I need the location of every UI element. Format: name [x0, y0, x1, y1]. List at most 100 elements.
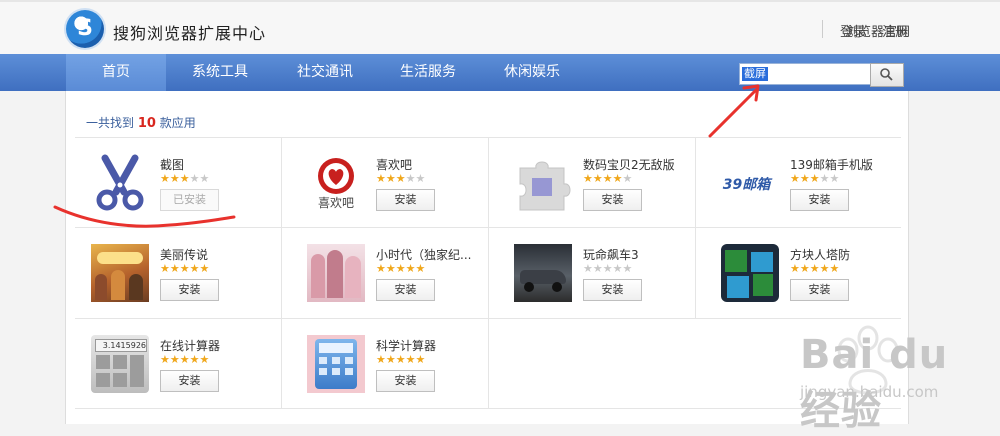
app-card[interactable]: 小时代（独家纪... ★★★★★ 安装 — [282, 228, 489, 318]
star-icon: ★ — [405, 262, 416, 275]
nav-item-home[interactable]: 首页 — [66, 54, 166, 91]
star-icon: ★ — [592, 262, 603, 275]
app-card[interactable]: 3.1415926 在线计算器 ★★★★★ 安装 — [66, 319, 273, 409]
calculator-icon: 3.1415926 — [91, 335, 149, 393]
search-button[interactable] — [870, 63, 904, 87]
login-link[interactable]: 登录 — [840, 25, 866, 40]
drama-poster-icon — [91, 244, 149, 302]
app-name[interactable]: 小时代（独家纪... — [376, 246, 471, 263]
star-icon: ★ — [405, 353, 416, 366]
star-icon: ★ — [199, 172, 210, 185]
app-card[interactable]: 玩命飙车3 ★★★★★ 安装 — [489, 228, 696, 318]
heart-icon: 喜欢吧 — [307, 154, 365, 212]
puzzle-icon — [514, 154, 572, 212]
star-icon: ★ — [179, 172, 190, 185]
install-button[interactable]: 安装 — [790, 279, 849, 301]
install-button[interactable]: 安装 — [583, 279, 642, 301]
sogou-logo-icon[interactable]: S — [66, 10, 104, 48]
rating-stars: ★★★★★ — [790, 262, 839, 275]
star-icon: ★ — [799, 262, 810, 275]
star-icon: ★ — [385, 262, 396, 275]
star-icon: ★ — [415, 172, 426, 185]
block-people-icon — [721, 244, 779, 302]
star-icon: ★ — [583, 262, 593, 275]
install-button[interactable]: 安装 — [790, 189, 849, 211]
main-nav: 首页 系统工具 社交通讯 生活服务 休闲娱乐 截屏 — [0, 54, 1000, 91]
app-name[interactable]: 方块人塔防 — [790, 246, 850, 263]
star-icon: ★ — [385, 172, 396, 185]
app-card[interactable]: 139邮箱 139邮箱手机版 ★★★★★ 安装 — [696, 138, 903, 228]
star-icon: ★ — [622, 262, 633, 275]
rating-stars: ★★★★★ — [583, 262, 632, 275]
install-button[interactable]: 安装 — [160, 279, 219, 301]
star-icon: ★ — [169, 353, 180, 366]
star-icon: ★ — [602, 172, 613, 185]
red-arrow-annotation — [708, 84, 760, 138]
star-icon: ★ — [829, 172, 840, 185]
app-name[interactable]: 喜欢吧 — [376, 156, 412, 173]
star-icon: ★ — [169, 172, 180, 185]
star-icon: ★ — [622, 172, 633, 185]
star-icon: ★ — [819, 262, 830, 275]
nav-item-leisure[interactable]: 休闲娱乐 — [487, 54, 577, 91]
header-divider — [822, 20, 823, 38]
register-link[interactable]: 注册 — [882, 25, 908, 40]
app-name[interactable]: 美丽传说 — [160, 246, 208, 263]
install-button[interactable]: 安装 — [376, 279, 435, 301]
rating-stars: ★★★★★ — [160, 262, 209, 275]
star-icon: ★ — [376, 353, 386, 366]
star-icon: ★ — [799, 172, 810, 185]
app-name[interactable]: 数码宝贝2无敌版 — [583, 156, 675, 173]
calculator-display: 3.1415926 — [95, 339, 147, 352]
install-button[interactable]: 安装 — [583, 189, 642, 211]
rating-stars: ★★★★★ — [160, 172, 209, 185]
install-button[interactable]: 安装 — [376, 370, 435, 392]
star-icon: ★ — [612, 262, 623, 275]
nav-item-life-services[interactable]: 生活服务 — [383, 54, 473, 91]
install-button[interactable]: 安装 — [160, 370, 219, 392]
app-name[interactable]: 139邮箱手机版 — [790, 156, 873, 173]
search-input[interactable]: 截屏 — [742, 67, 768, 81]
star-icon: ★ — [199, 353, 210, 366]
star-icon: ★ — [179, 262, 190, 275]
results-summary: 一共找到 10 款应用 — [86, 114, 196, 131]
star-icon: ★ — [405, 172, 416, 185]
star-icon: ★ — [169, 262, 180, 275]
sci-calculator-icon — [307, 335, 365, 393]
results-prefix: 一共找到 — [86, 116, 135, 130]
nav-item-system-tools[interactable]: 系统工具 — [175, 54, 265, 91]
baidu-watermark-url: jingyan.baidu.com — [800, 383, 939, 401]
rating-stars: ★★★★★ — [790, 172, 839, 185]
star-icon: ★ — [160, 353, 170, 366]
app-name[interactable]: 截图 — [160, 156, 184, 173]
heart-icon-label: 喜欢吧 — [317, 196, 354, 210]
star-icon: ★ — [189, 353, 200, 366]
app-name[interactable]: 玩命飙车3 — [583, 246, 639, 263]
star-icon: ★ — [415, 262, 426, 275]
star-icon: ★ — [160, 172, 170, 185]
star-icon: ★ — [612, 172, 623, 185]
star-icon: ★ — [385, 353, 396, 366]
app-card[interactable]: 科学计算器 ★★★★★ 安装 — [282, 319, 489, 409]
site-title: 搜狗浏览器扩展中心 — [113, 24, 267, 43]
star-icon: ★ — [592, 172, 603, 185]
star-icon: ★ — [829, 262, 840, 275]
install-button[interactable]: 安装 — [376, 189, 435, 211]
app-card[interactable]: 喜欢吧 喜欢吧 ★★★★★ 安装 — [282, 138, 489, 228]
app-name[interactable]: 在线计算器 — [160, 337, 220, 354]
star-icon: ★ — [790, 172, 800, 185]
star-icon: ★ — [179, 353, 190, 366]
star-icon: ★ — [583, 172, 593, 185]
rating-stars: ★★★★★ — [583, 172, 632, 185]
app-card[interactable]: 数码宝贝2无敌版 ★★★★★ 安装 — [489, 138, 696, 228]
rating-stars: ★★★★★ — [376, 353, 425, 366]
star-icon: ★ — [395, 353, 406, 366]
rating-stars: ★★★★★ — [376, 262, 425, 275]
app-card[interactable]: 美丽传说 ★★★★★ 安装 — [66, 228, 273, 318]
nav-item-social[interactable]: 社交通讯 — [280, 54, 370, 91]
rating-stars: ★★★★★ — [160, 353, 209, 366]
mail139-icon: 139邮箱 — [721, 154, 779, 212]
app-card[interactable]: 方块人塔防 ★★★★★ 安装 — [696, 228, 903, 318]
star-icon: ★ — [415, 353, 426, 366]
app-name[interactable]: 科学计算器 — [376, 337, 436, 354]
